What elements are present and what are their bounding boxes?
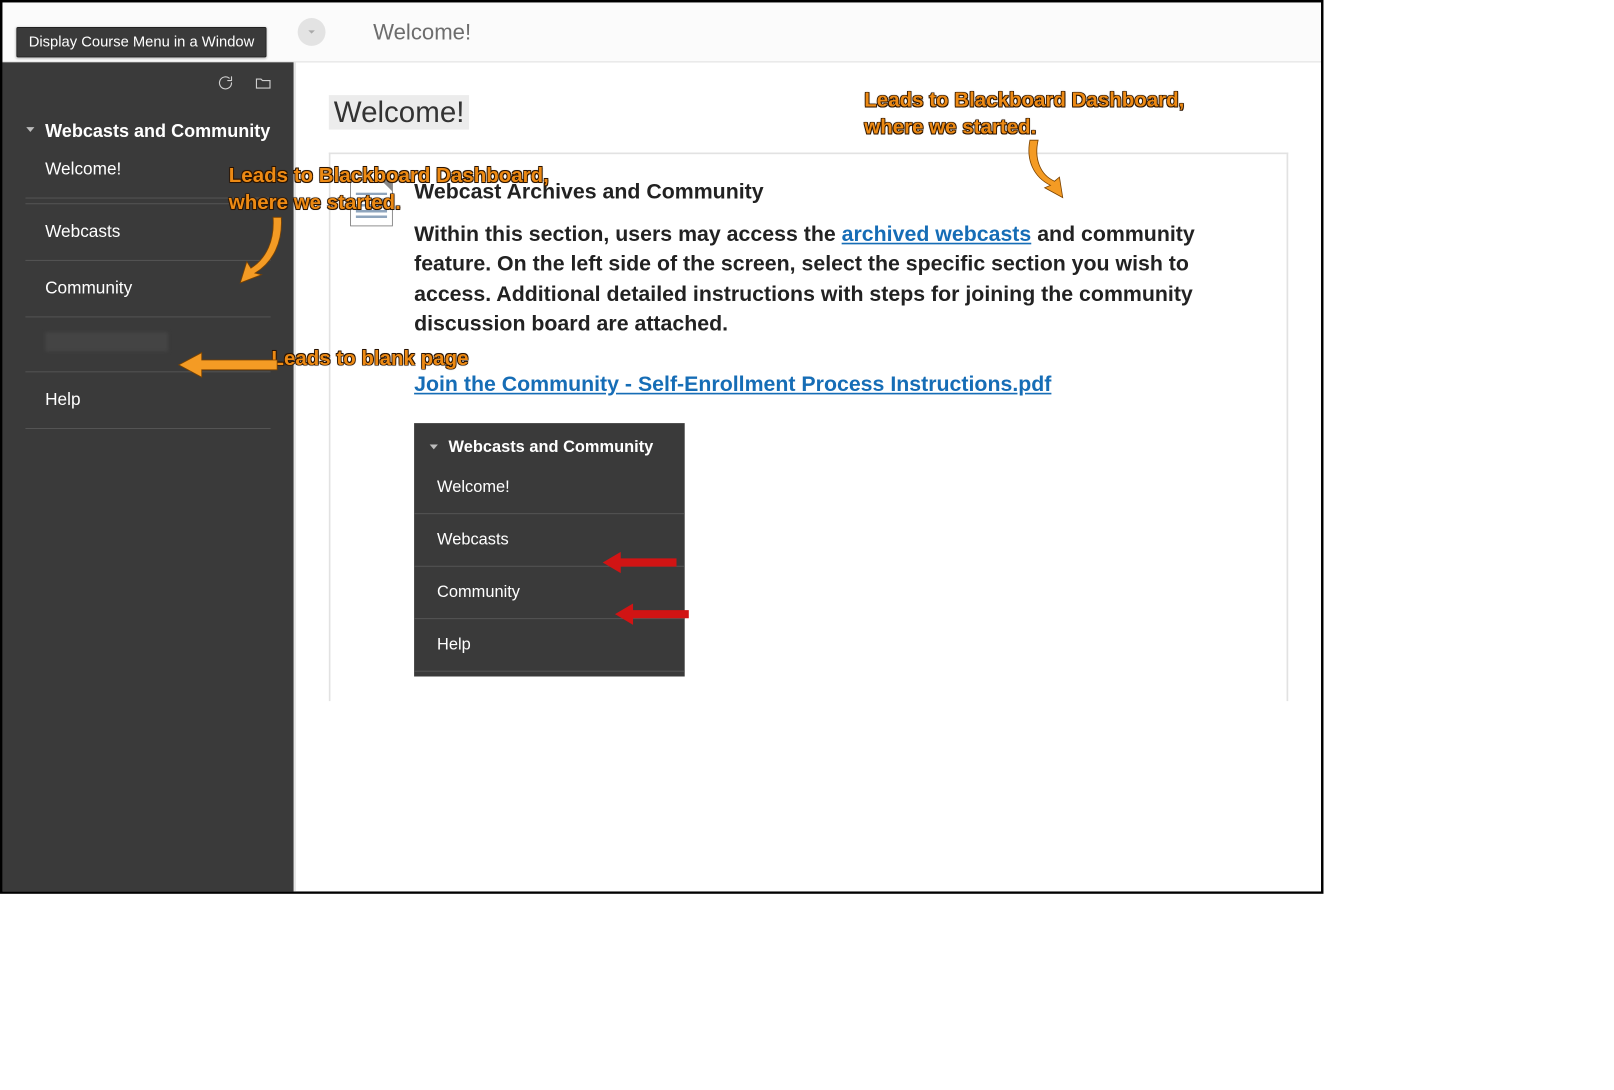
mini-sidebar-title: Webcasts and Community (449, 436, 654, 458)
sidebar-tools (2, 74, 293, 104)
mini-item-community: Community (414, 566, 685, 618)
mini-item-help: Help (414, 619, 685, 671)
caret-down-icon (25, 124, 35, 139)
document-icon (350, 179, 393, 227)
entry-body: Within this section, users may access th… (414, 219, 1267, 338)
mini-item-webcasts: Webcasts (414, 514, 685, 566)
archived-webcasts-link[interactable]: archived webcasts (842, 221, 1032, 246)
sidebar-title-row[interactable]: Webcasts and Community (25, 104, 270, 148)
topbar: Display Course Menu in a Window Welcome! (2, 2, 1321, 62)
sidebar-item-redacted[interactable] (25, 317, 270, 372)
sidebar-item-webcasts[interactable]: Webcasts (25, 204, 270, 261)
sidebar-item-community[interactable]: Community (25, 261, 270, 318)
annotation-right-note: Leads to Blackboard Dashboard, where we … (864, 87, 1225, 140)
page-title: Welcome! (329, 95, 470, 129)
caret-down-icon (429, 441, 439, 456)
sidebar: Webcasts and Community Welcome! Webcasts… (2, 62, 293, 892)
collapse-toggle[interactable] (298, 18, 326, 46)
refresh-icon[interactable] (216, 74, 234, 96)
mini-sidebar: Webcasts and Community Welcome! Webcasts… (414, 423, 685, 676)
content-card: Webcast Archives and Community Within th… (329, 153, 1288, 701)
app-frame: Display Course Menu in a Window Welcome!… (0, 0, 1323, 894)
folder-icon[interactable] (254, 74, 272, 96)
entry-heading: Webcast Archives and Community (414, 179, 1267, 204)
sidebar-item-welcome[interactable]: Welcome! (25, 148, 270, 198)
breadcrumb: Welcome! (373, 19, 471, 44)
sidebar-title: Webcasts and Community (45, 119, 270, 143)
main: Welcome! Webcast Archives and Community … (294, 62, 1321, 892)
chevron-down-icon (305, 25, 318, 38)
mini-item-welcome: Welcome! (414, 461, 685, 513)
sidebar-item-help[interactable]: Help (25, 372, 270, 429)
content-entry: Webcast Archives and Community Within th… (350, 179, 1267, 676)
pdf-link[interactable]: Join the Community - Self-Enrollment Pro… (414, 371, 1051, 396)
tooltip-display-menu: Display Course Menu in a Window (16, 27, 266, 57)
entry-body-before: Within this section, users may access th… (414, 221, 842, 246)
